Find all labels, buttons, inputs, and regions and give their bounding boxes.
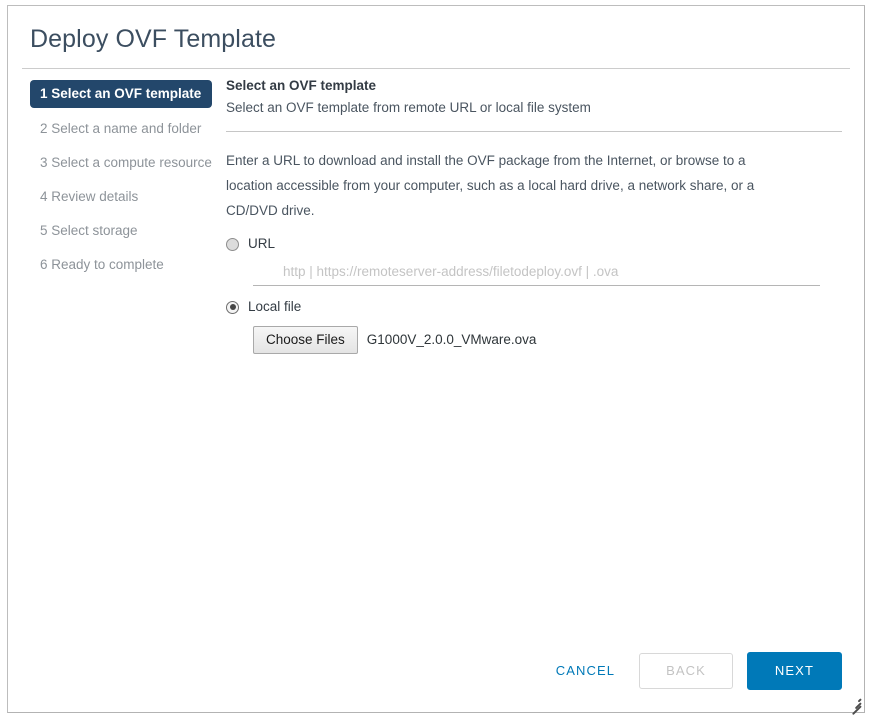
url-input-wrapper [253, 262, 820, 286]
back-button: BACK [639, 653, 733, 689]
dialog-header: Deploy OVF Template [8, 6, 864, 54]
file-picker-row: Choose Files G1000V_2.0.0_VMware.ova [253, 326, 848, 354]
content-description: Enter a URL to download and install the … [226, 153, 755, 218]
deploy-ovf-template-dialog: Deploy OVF Template 1 Select an OVF temp… [7, 5, 865, 716]
content-pane: Select an OVF template Select an OVF tem… [226, 69, 864, 354]
choose-files-button[interactable]: Choose Files [253, 326, 358, 354]
next-button[interactable]: NEXT [746, 652, 842, 690]
local-file-option-label: Local file [248, 299, 302, 314]
sidebar-item-select-a-name-and-folder[interactable]: 2 Select a name and folder [30, 116, 211, 142]
content-heading: Select an OVF template [226, 78, 377, 93]
sidebar-item-select-an-ovf-template[interactable]: 1 Select an OVF template [30, 80, 213, 108]
page-title: Deploy OVF Template [30, 25, 276, 53]
local-file-radio-button[interactable] [226, 300, 239, 314]
url-option-label: URL [248, 236, 276, 251]
dialog-footer: CANCEL BACK NEXT [8, 652, 864, 712]
step-navigator: 1 Select an OVF template 2 Select a name… [8, 69, 226, 286]
selected-file-name: G1000V_2.0.0_VMware.ova [366, 332, 537, 347]
url-option-row[interactable]: URL [226, 236, 848, 252]
local-file-option-row[interactable]: Local file [226, 299, 848, 315]
url-radio-button[interactable] [226, 237, 239, 251]
content-subheading: Select an OVF template from remote URL o… [226, 100, 591, 115]
content-divider [226, 131, 842, 132]
sidebar-item-ready-to-complete[interactable]: 6 Ready to complete [30, 252, 174, 278]
sidebar-item-select-a-compute-resource[interactable]: 3 Select a compute resource [30, 150, 222, 176]
url-input[interactable] [253, 262, 820, 286]
sidebar-item-select-storage[interactable]: 5 Select storage [30, 218, 148, 244]
dialog-body: 1 Select an OVF template 2 Select a name… [8, 69, 864, 652]
sidebar-item-review-details[interactable]: 4 Review details [30, 184, 148, 210]
resize-grip-icon[interactable] [848, 696, 862, 716]
cancel-button[interactable]: CANCEL [546, 655, 625, 687]
